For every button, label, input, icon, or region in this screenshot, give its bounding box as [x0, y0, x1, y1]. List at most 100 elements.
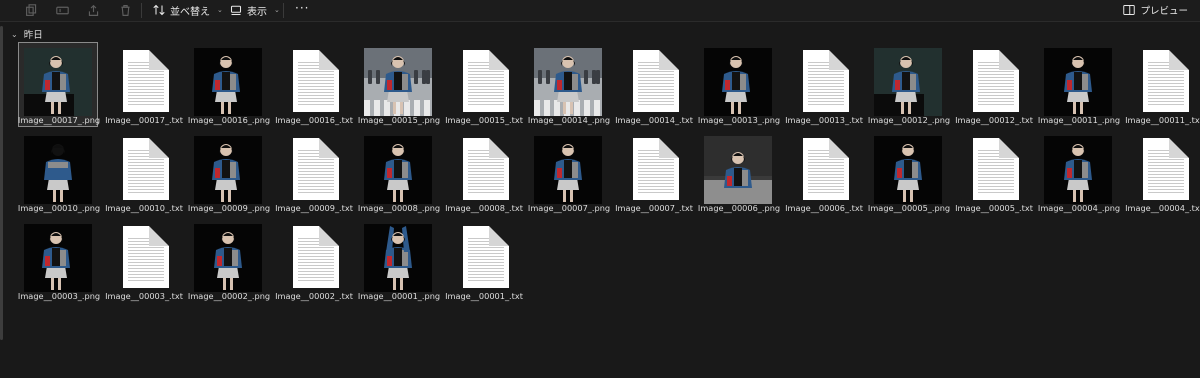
- image-thumbnail: [1044, 136, 1112, 204]
- document-icon: [463, 138, 509, 200]
- document-icon: [293, 226, 339, 288]
- image-thumbnail: [1044, 48, 1112, 116]
- more-options-button[interactable]: ···: [295, 1, 309, 15]
- file-tile-text[interactable]: Image__00010_.txt: [103, 130, 183, 215]
- file-tile-text[interactable]: Image__00004_.txt: [1123, 130, 1200, 215]
- file-tile-text[interactable]: Image__00005_.txt: [953, 130, 1033, 215]
- document-icon: [1143, 138, 1189, 200]
- file-tile-image[interactable]: Image__00004_.png: [1038, 130, 1120, 215]
- file-name-label: Image__00004_.txt: [1125, 203, 1200, 213]
- image-thumbnail: [874, 136, 942, 204]
- document-lines: [808, 150, 844, 194]
- file-tile-text[interactable]: Image__00007_.txt: [613, 130, 693, 215]
- file-tile-image[interactable]: Image__00017_.png: [18, 42, 100, 127]
- view-button[interactable]: 表示 ⌄: [230, 1, 280, 19]
- document-lines: [298, 150, 334, 194]
- chevron-down-icon: ⌄: [217, 6, 223, 14]
- text-file-icon: [449, 224, 517, 292]
- file-tile-text[interactable]: Image__00017_.txt: [103, 42, 183, 127]
- file-tile-image[interactable]: Image__00011_.png: [1038, 42, 1120, 127]
- file-tile-image[interactable]: Image__00016_.png: [188, 42, 270, 127]
- file-tile-image[interactable]: Image__00009_.png: [188, 130, 270, 215]
- file-tile-image[interactable]: Image__00010_.png: [18, 130, 100, 215]
- file-name-label: Image__00014_.txt: [615, 115, 693, 125]
- image-thumbnail: [704, 136, 772, 204]
- file-tile-text[interactable]: Image__00008_.txt: [443, 130, 523, 215]
- file-tile-image[interactable]: Image__00014_.png: [528, 42, 610, 127]
- file-name-label: Image__00015_.png: [357, 115, 441, 125]
- document-icon: [973, 138, 1019, 200]
- document-icon: [803, 138, 849, 200]
- document-lines: [298, 238, 334, 282]
- file-name-label: Image__00004_.png: [1037, 203, 1121, 213]
- file-tile-image[interactable]: Image__00013_.png: [698, 42, 780, 127]
- file-tile-text[interactable]: Image__00013_.txt: [783, 42, 863, 127]
- file-name-label: Image__00002_.png: [187, 291, 271, 301]
- file-name-label: Image__00016_.txt: [275, 115, 353, 125]
- file-tile-image[interactable]: Image__00001_.png: [358, 218, 440, 303]
- text-file-icon: [109, 136, 177, 204]
- file-tile-image[interactable]: Image__00003_.png: [18, 218, 100, 303]
- copy-icon[interactable]: [23, 2, 39, 18]
- document-lines: [468, 150, 504, 194]
- document-icon: [1143, 50, 1189, 112]
- file-tile-text[interactable]: Image__00011_.txt: [1123, 42, 1200, 127]
- file-tile-text[interactable]: Image__00002_.txt: [273, 218, 353, 303]
- vertical-scrollbar[interactable]: [0, 26, 3, 340]
- preview-pane-icon: [1123, 5, 1136, 15]
- file-name-label: Image__00014_.png: [527, 115, 611, 125]
- group-label: 昨日: [23, 30, 43, 41]
- image-thumbnail: [534, 136, 602, 204]
- document-icon: [973, 50, 1019, 112]
- document-lines: [128, 150, 164, 194]
- file-tile-text[interactable]: Image__00016_.txt: [273, 42, 353, 127]
- sort-icon: [153, 4, 165, 16]
- file-tile-image[interactable]: Image__00002_.png: [188, 218, 270, 303]
- document-lines: [638, 150, 674, 194]
- preview-pane-button[interactable]: プレビュー: [1123, 1, 1188, 19]
- file-name-label: Image__00010_.png: [17, 203, 101, 213]
- document-icon: [633, 138, 679, 200]
- file-name-label: Image__00003_.txt: [105, 291, 183, 301]
- file-tile-text[interactable]: Image__00009_.txt: [273, 130, 353, 215]
- image-thumbnail: [24, 224, 92, 292]
- file-tile-image[interactable]: Image__00015_.png: [358, 42, 440, 127]
- image-thumbnail: [194, 224, 262, 292]
- file-tile-text[interactable]: Image__00015_.txt: [443, 42, 523, 127]
- document-lines: [128, 62, 164, 106]
- image-thumbnail: [24, 136, 92, 204]
- file-name-label: Image__00006_.png: [697, 203, 781, 213]
- document-lines: [128, 238, 164, 282]
- file-name-label: Image__00001_.png: [357, 291, 441, 301]
- image-thumbnail: [194, 48, 262, 116]
- sort-button[interactable]: 並べ替え ⌄: [153, 1, 223, 19]
- file-tile-text[interactable]: Image__00003_.txt: [103, 218, 183, 303]
- file-tile-image[interactable]: Image__00006_.png: [698, 130, 780, 215]
- text-file-icon: [789, 48, 857, 116]
- text-file-icon: [959, 136, 1027, 204]
- file-name-label: Image__00005_.png: [867, 203, 951, 213]
- group-header-yesterday[interactable]: ⌄ 昨日: [11, 27, 43, 42]
- document-lines: [468, 238, 504, 282]
- file-name-label: Image__00008_.txt: [445, 203, 523, 213]
- file-tile-text[interactable]: Image__00012_.txt: [953, 42, 1033, 127]
- image-thumbnail: [194, 136, 262, 204]
- file-tile-text[interactable]: Image__00006_.txt: [783, 130, 863, 215]
- file-name-label: Image__00013_.txt: [785, 115, 863, 125]
- file-tile-text[interactable]: Image__00014_.txt: [613, 42, 693, 127]
- document-lines: [468, 62, 504, 106]
- share-icon[interactable]: [85, 2, 101, 18]
- rename-icon[interactable]: [54, 2, 70, 18]
- file-name-label: Image__00017_.txt: [105, 115, 183, 125]
- file-tile-text[interactable]: Image__00001_.txt: [443, 218, 523, 303]
- document-icon: [803, 50, 849, 112]
- file-name-label: Image__00013_.png: [697, 115, 781, 125]
- file-tile-image[interactable]: Image__00012_.png: [868, 42, 950, 127]
- delete-icon[interactable]: [117, 2, 133, 18]
- file-tile-image[interactable]: Image__00007_.png: [528, 130, 610, 215]
- file-name-label: Image__00015_.txt: [445, 115, 523, 125]
- document-icon: [293, 50, 339, 112]
- file-tile-image[interactable]: Image__00008_.png: [358, 130, 440, 215]
- file-tile-image[interactable]: Image__00005_.png: [868, 130, 950, 215]
- file-name-label: Image__00005_.txt: [955, 203, 1033, 213]
